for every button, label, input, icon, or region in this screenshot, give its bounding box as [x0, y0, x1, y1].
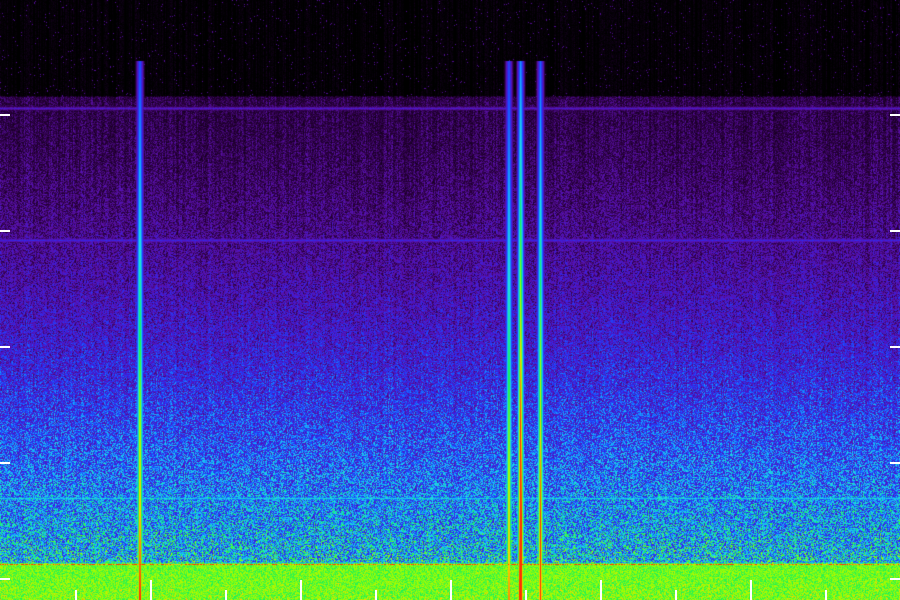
- frequency-tick-right: [890, 462, 900, 464]
- time-tick-minor: [225, 590, 227, 600]
- frequency-tick-right: [890, 578, 900, 580]
- frequency-tick-right: [890, 230, 900, 232]
- time-tick-minor: [525, 590, 527, 600]
- spectrogram-image: [0, 0, 900, 600]
- time-tick-major: [750, 580, 752, 600]
- frequency-tick-left: [0, 462, 10, 464]
- time-tick-minor: [75, 590, 77, 600]
- spectrogram-view: [0, 0, 900, 600]
- time-tick-minor: [675, 590, 677, 600]
- frequency-tick-left: [0, 578, 10, 580]
- frequency-tick-right: [890, 114, 900, 116]
- time-tick-major: [600, 580, 602, 600]
- frequency-tick-right: [890, 346, 900, 348]
- time-tick-major: [450, 580, 452, 600]
- time-tick-major: [300, 580, 302, 600]
- frequency-tick-left: [0, 230, 10, 232]
- time-tick-minor: [375, 590, 377, 600]
- frequency-tick-left: [0, 346, 10, 348]
- time-tick-minor: [825, 590, 827, 600]
- time-tick-major: [150, 580, 152, 600]
- frequency-tick-left: [0, 114, 10, 116]
